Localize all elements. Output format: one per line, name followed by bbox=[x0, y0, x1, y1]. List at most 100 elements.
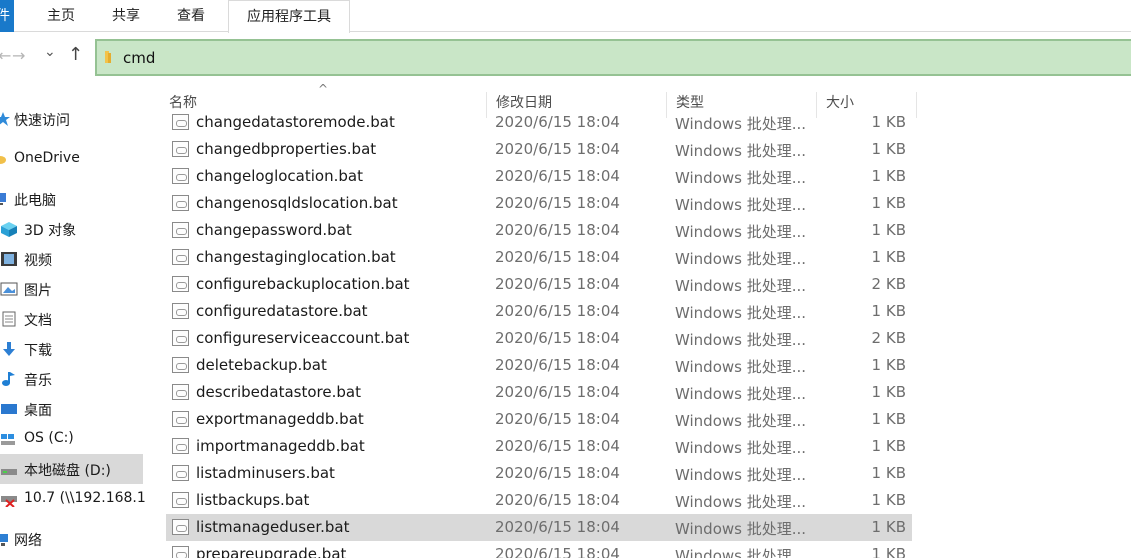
sidebar-item-desktop[interactable]: 桌面 bbox=[0, 394, 143, 424]
file-date-modified: 2020/6/15 18:04 bbox=[495, 518, 620, 536]
file-type: Windows 批处理... bbox=[675, 385, 807, 403]
file-name: configuredatastore.bat bbox=[196, 302, 368, 320]
file-size: 1 KB bbox=[871, 410, 906, 428]
sidebar-item-network[interactable]: 网络 bbox=[0, 524, 143, 554]
file-date-modified: 2020/6/15 18:04 bbox=[495, 410, 620, 428]
file-row[interactable]: describedatastore.bat 2020/6/15 18:04 Wind… bbox=[166, 379, 912, 406]
sidebar-item-onedrive[interactable]: OneDrive bbox=[0, 144, 143, 174]
batch-file-icon bbox=[172, 546, 189, 558]
file-row[interactable]: changeloglocation.bat 2020/6/15 18:04 Wind… bbox=[166, 163, 912, 190]
sidebar-item-label: 图片 bbox=[24, 283, 52, 299]
file-type: Windows 批处理... bbox=[675, 520, 807, 538]
file-row[interactable]: listbackups.bat 2020/6/15 18:04 Windows 批处… bbox=[166, 487, 912, 514]
batch-file-icon bbox=[172, 141, 189, 157]
file-date-modified: 2020/6/15 18:04 bbox=[495, 275, 620, 293]
back-button[interactable]: ← bbox=[0, 46, 11, 65]
file-row[interactable]: importmanageddb.bat 2020/6/15 18:04 Window… bbox=[166, 433, 912, 460]
cloud-icon bbox=[0, 156, 6, 164]
tab-application-tools[interactable]: 应用程序工具 bbox=[228, 0, 350, 33]
recent-locations-button[interactable]: ⌄ bbox=[44, 44, 56, 60]
file-date-modified: 2020/6/15 18:04 bbox=[495, 329, 620, 347]
file-date-modified: 2020/6/15 18:04 bbox=[495, 464, 620, 482]
sidebar-item-network-drive[interactable]: 10.7 (\\192.168.1 bbox=[0, 484, 146, 514]
navigation-pane: 快速访问 OneDrive 此电脑 3D 对象 视频 图片 文档 下载 音乐 桌… bbox=[0, 90, 146, 558]
sidebar-item-quick-access[interactable]: 快速访问 bbox=[0, 104, 143, 134]
file-list: ^ 名称 修改日期 类型 大小 changedatastoremode.bat 2… bbox=[160, 82, 920, 558]
file-row[interactable]: configurebackuplocation.bat 2020/6/15 18:… bbox=[166, 271, 912, 298]
file-name: configurebackuplocation.bat bbox=[196, 275, 410, 293]
file-row[interactable]: deletebackup.bat 2020/6/15 18:04 Windows 批… bbox=[166, 352, 912, 379]
file-size: 1 KB bbox=[871, 140, 906, 158]
network-drive-icon bbox=[1, 496, 17, 507]
file-row[interactable]: changenosqldslocation.bat 2020/6/15 18:04… bbox=[166, 190, 912, 217]
sidebar-item-label: 此电脑 bbox=[14, 193, 56, 209]
file-type: Windows 批处理... bbox=[675, 304, 807, 322]
file-size: 1 KB bbox=[871, 113, 906, 131]
file-row[interactable]: configuredatastore.bat 2020/6/15 18:04 Win… bbox=[166, 298, 912, 325]
file-type: Windows 批处理... bbox=[675, 331, 807, 349]
computer-icon bbox=[0, 193, 6, 205]
forward-button[interactable]: → bbox=[12, 46, 25, 65]
file-size: 1 KB bbox=[871, 167, 906, 185]
batch-file-icon bbox=[172, 249, 189, 265]
file-row[interactable]: changedatastoremode.bat 2020/6/15 18:04 Wi… bbox=[166, 109, 912, 136]
file-name: exportmanageddb.bat bbox=[196, 410, 364, 428]
file-row[interactable]: changepassword.bat 2020/6/15 18:04 Windows… bbox=[166, 217, 912, 244]
file-date-modified: 2020/6/15 18:04 bbox=[495, 491, 620, 509]
file-size: 1 KB bbox=[871, 221, 906, 239]
file-size: 2 KB bbox=[871, 275, 906, 293]
batch-file-icon bbox=[172, 114, 189, 130]
sidebar-item-documents[interactable]: 文档 bbox=[0, 304, 143, 334]
sidebar-item-videos[interactable]: 视频 bbox=[0, 244, 143, 274]
sidebar-item-label: 快速访问 bbox=[14, 113, 70, 129]
sidebar-item-label: OS (C:) bbox=[24, 430, 74, 446]
file-date-modified: 2020/6/15 18:04 bbox=[495, 194, 620, 212]
file-size: 1 KB bbox=[871, 464, 906, 482]
up-button[interactable]: ↑ bbox=[68, 44, 83, 65]
file-date-modified: 2020/6/15 18:04 bbox=[495, 383, 620, 401]
sidebar-item-downloads[interactable]: 下载 bbox=[0, 334, 143, 364]
file-row[interactable]: exportmanageddb.bat 2020/6/15 18:04 Window… bbox=[166, 406, 912, 433]
sidebar-item-os-c[interactable]: OS (C:) bbox=[0, 424, 143, 454]
file-date-modified: 2020/6/15 18:04 bbox=[495, 167, 620, 185]
file-date-modified: 2020/6/15 18:04 bbox=[495, 302, 620, 320]
sidebar-item-label: OneDrive bbox=[14, 150, 80, 166]
file-row[interactable]: changedbproperties.bat 2020/6/15 18:04 Win… bbox=[166, 136, 912, 163]
file-type: Windows 批处理... bbox=[675, 466, 807, 484]
file-size: 1 KB bbox=[871, 356, 906, 374]
file-size: 2 KB bbox=[871, 329, 906, 347]
cube-icon bbox=[1, 222, 17, 237]
file-name: listmanageduser.bat bbox=[196, 518, 350, 536]
file-row[interactable]: prepareupgrade.bat 2020/6/15 18:04 Windows… bbox=[166, 541, 912, 558]
address-bar[interactable]: cmd bbox=[95, 39, 1131, 76]
sidebar-item-label: 桌面 bbox=[24, 403, 52, 419]
file-type: Windows 批处理... bbox=[675, 493, 807, 511]
windows-drive-icon bbox=[1, 434, 15, 445]
music-icon bbox=[2, 372, 15, 386]
tab-share[interactable]: 共享 bbox=[101, 0, 151, 32]
file-date-modified: 2020/6/15 18:04 bbox=[495, 221, 620, 239]
download-icon bbox=[3, 342, 15, 356]
file-type: Windows 批处理... bbox=[675, 547, 807, 558]
tab-home[interactable]: 主页 bbox=[36, 0, 86, 32]
picture-icon bbox=[0, 282, 18, 296]
sidebar-item-this-pc[interactable]: 此电脑 bbox=[0, 184, 143, 214]
file-date-modified: 2020/6/15 18:04 bbox=[495, 248, 620, 266]
file-type: Windows 批处理... bbox=[675, 412, 807, 430]
sidebar-item-music[interactable]: 音乐 bbox=[0, 364, 143, 394]
file-row[interactable]: listmanageduser.bat 2020/6/15 18:04 Window… bbox=[166, 514, 912, 541]
batch-file-icon bbox=[172, 492, 189, 508]
file-row[interactable]: changestaginglocation.bat 2020/6/15 18:04… bbox=[166, 244, 912, 271]
sidebar-item-local-disk-d[interactable]: 本地磁盘 (D:) bbox=[0, 454, 143, 484]
file-tab[interactable]: 件 bbox=[0, 0, 14, 32]
file-row[interactable]: listadminusers.bat 2020/6/15 18:04 Windows… bbox=[166, 460, 912, 487]
file-name: changestaginglocation.bat bbox=[196, 248, 396, 266]
file-name: listadminusers.bat bbox=[196, 464, 335, 482]
sidebar-item-3d-objects[interactable]: 3D 对象 bbox=[0, 214, 143, 244]
tab-view[interactable]: 查看 bbox=[166, 0, 216, 32]
sidebar-item-pictures[interactable]: 图片 bbox=[0, 274, 143, 304]
file-row[interactable]: configureserviceaccount.bat 2020/6/15 18:… bbox=[166, 325, 912, 352]
file-name: describedatastore.bat bbox=[196, 383, 361, 401]
file-size: 1 KB bbox=[871, 518, 906, 536]
file-type: Windows 批处理... bbox=[675, 223, 807, 241]
